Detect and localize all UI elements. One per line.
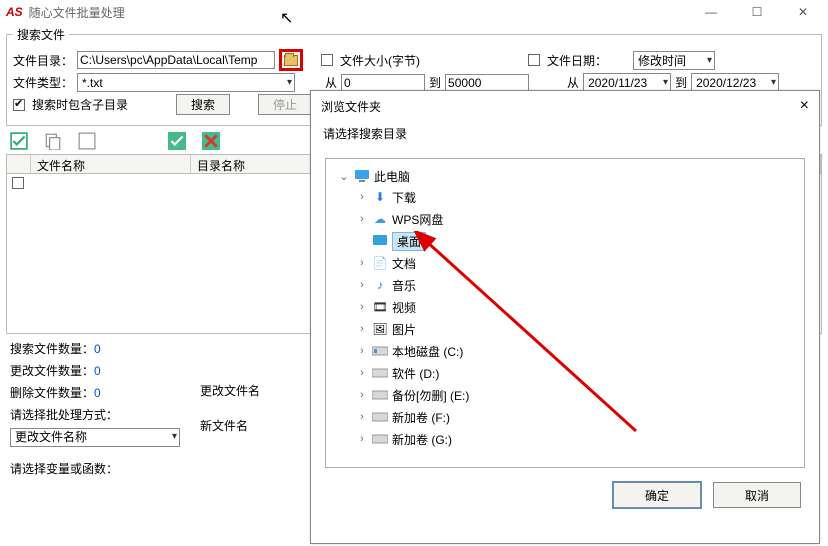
expand-icon[interactable]: › — [356, 279, 368, 291]
disk-icon — [372, 409, 388, 425]
tree-node-disk-e[interactable]: ›备份[勿删] (E:) — [356, 385, 800, 405]
date-kind-value: 修改时间 — [638, 52, 686, 69]
type-label: 文件类型： — [13, 74, 73, 91]
mark-all-icon[interactable] — [168, 132, 186, 150]
app-close-button[interactable]: ✕ — [794, 5, 812, 19]
chevron-down-icon: ▾ — [287, 77, 292, 88]
tree-node-desktop[interactable]: 桌面 — [356, 231, 800, 251]
deselect-icon[interactable] — [78, 132, 96, 150]
expand-icon[interactable]: › — [356, 213, 368, 225]
tree-node-wps[interactable]: ›☁WPS网盘 — [356, 209, 800, 229]
dialog-title: 浏览文件夹 — [321, 98, 381, 115]
select-all-icon[interactable] — [10, 132, 28, 150]
expand-icon[interactable]: › — [356, 389, 368, 401]
tree-node-disk-d[interactable]: ›软件 (D:) — [356, 363, 800, 383]
dialog-cancel-button[interactable]: 取消 — [713, 482, 801, 508]
expand-icon[interactable]: › — [356, 433, 368, 445]
expand-icon[interactable]: › — [356, 323, 368, 335]
rename-label: 更改文件名 — [200, 382, 260, 399]
tree-node-disk-f[interactable]: ›新加卷 (F:) — [356, 407, 800, 427]
expand-icon[interactable]: › — [356, 345, 368, 357]
type-value: *.txt — [82, 76, 103, 90]
app-title: 随心文件批量处理 — [29, 4, 125, 21]
search-legend: 搜索文件 — [13, 26, 69, 43]
document-icon: 📄 — [372, 255, 388, 271]
include-subdir-checkbox[interactable] — [13, 99, 25, 111]
delete-count-value: 0 — [94, 386, 101, 400]
disk-icon — [372, 387, 388, 403]
video-icon: 🎞 — [372, 299, 388, 315]
expand-icon[interactable]: › — [356, 301, 368, 313]
browse-folder-dialog: 浏览文件夹 × 请选择搜索目录 ⌄ 此电脑 ›⬇下载 ›☁WPS网盘 — [310, 90, 820, 544]
tree-node-pictures[interactable]: ›🖼图片 — [356, 319, 800, 339]
newname-label: 新文件名 — [200, 417, 248, 434]
maximize-button[interactable]: ☐ — [748, 5, 766, 19]
change-count-value: 0 — [94, 364, 101, 378]
to-label: 到 — [429, 74, 441, 91]
computer-icon — [354, 168, 370, 184]
dir-label: 文件目录： — [13, 52, 73, 69]
method-select[interactable]: 更改文件名称 ▾ — [10, 428, 180, 447]
stop-button[interactable]: 停止 — [258, 94, 312, 115]
cloud-icon: ☁ — [372, 211, 388, 227]
size-from-input[interactable] — [341, 74, 425, 92]
disk-icon — [372, 431, 388, 447]
tree-node-disk-c[interactable]: ›本地磁盘 (C:) — [356, 341, 800, 361]
expand-icon[interactable]: › — [356, 191, 368, 203]
chevron-down-icon: ▾ — [707, 55, 712, 66]
dir-input[interactable] — [77, 51, 275, 69]
dialog-close-button[interactable]: × — [800, 97, 809, 115]
row-checkbox[interactable] — [12, 177, 24, 189]
download-icon: ⬇ — [372, 189, 388, 205]
collapse-icon[interactable]: ⌄ — [338, 170, 350, 183]
chevron-down-icon: ▾ — [172, 426, 177, 448]
tree-node-this-pc[interactable]: ⌄ 此电脑 — [338, 166, 800, 186]
app-logo: AS — [6, 5, 23, 19]
size-to-input[interactable] — [445, 74, 529, 92]
date-from-label: 从 — [567, 74, 579, 91]
remove-mark-icon[interactable] — [202, 132, 220, 150]
dialog-ok-button[interactable]: 确定 — [613, 482, 701, 508]
minimize-button[interactable]: — — [702, 5, 720, 19]
music-icon: ♪ — [372, 277, 388, 293]
folder-icon — [284, 55, 298, 66]
tree-node-documents[interactable]: ›📄文档 — [356, 253, 800, 273]
expand-icon[interactable]: › — [356, 257, 368, 269]
copy-icon[interactable] — [44, 132, 62, 150]
date-checkbox[interactable] — [528, 54, 540, 66]
dialog-subtitle: 请选择搜索目录 — [311, 121, 819, 152]
choose-var-label: 请选择变量或函数： — [10, 458, 185, 480]
header-checkbox[interactable] — [7, 155, 31, 173]
include-subdir-label: 搜索时包含子目录 — [32, 96, 128, 113]
choose-method-label: 请选择批处理方式： — [10, 404, 185, 426]
browse-folder-button[interactable] — [279, 49, 303, 71]
expand-icon[interactable]: › — [356, 411, 368, 423]
folder-tree[interactable]: ⌄ 此电脑 ›⬇下载 ›☁WPS网盘 桌面 ›📄文档 ›♪音乐 ›🎞视频 › — [330, 165, 800, 451]
type-select[interactable]: *.txt ▾ — [77, 73, 295, 92]
chevron-down-icon: ▾ — [663, 77, 668, 88]
date-check-label: 文件日期： — [547, 52, 607, 69]
col-filename[interactable]: 文件名称 — [31, 155, 191, 173]
picture-icon: 🖼 — [372, 321, 388, 337]
size-checkbox[interactable] — [321, 54, 333, 66]
tree-node-downloads[interactable]: ›⬇下载 — [356, 187, 800, 207]
tree-node-music[interactable]: ›♪音乐 — [356, 275, 800, 295]
tree-node-videos[interactable]: ›🎞视频 — [356, 297, 800, 317]
disk-icon — [372, 365, 388, 381]
from-label: 从 — [325, 74, 337, 91]
date-to-label: 到 — [675, 74, 687, 91]
chevron-down-icon: ▾ — [771, 77, 776, 88]
search-button[interactable]: 搜索 — [176, 94, 230, 115]
tree-node-disk-g[interactable]: ›新加卷 (G:) — [356, 429, 800, 449]
size-check-label: 文件大小(字节) — [340, 52, 420, 69]
date-kind-select[interactable]: 修改时间 ▾ — [633, 51, 715, 70]
desktop-icon — [372, 233, 388, 249]
expand-icon[interactable]: › — [356, 367, 368, 379]
disk-icon — [372, 343, 388, 359]
search-count-value: 0 — [94, 342, 101, 356]
